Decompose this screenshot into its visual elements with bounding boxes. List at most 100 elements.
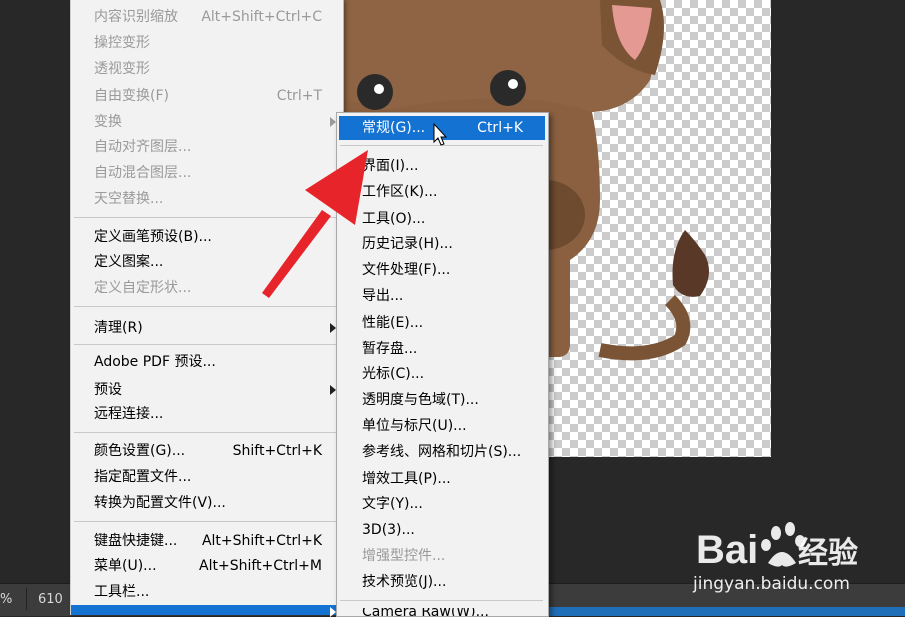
zoom-readout[interactable]: % <box>0 592 12 607</box>
menu-item-convert-to-profile[interactable]: 转换为配置文件(V)... <box>71 491 343 515</box>
menu-item-label: 定义图案... <box>94 254 164 270</box>
submenu-item-label: 文字(Y)... <box>362 496 423 512</box>
submenu-item-label: 常规(G)... <box>362 120 426 136</box>
svg-text:Bai: Bai <box>696 528 758 572</box>
menu-item-label: 变换 <box>94 114 122 130</box>
submenu-item-label: 性能(E)... <box>362 315 424 331</box>
menu-item-color-settings[interactable]: 颜色设置(G)... Shift+Ctrl+K <box>71 439 343 463</box>
submenu-item-label: 文件处理(F)... <box>362 262 451 278</box>
menu-item-auto-blend-layers[interactable]: 自动混合图层... <box>71 161 343 185</box>
edit-menu: 内容识别缩放 Alt+Shift+Ctrl+C 操控变形 透视变形 自由变换(F)… <box>70 0 344 617</box>
menu-item-toolbar[interactable]: 工具栏... <box>71 580 343 604</box>
submenu-item-plugins[interactable]: 增效工具(P)... <box>339 467 545 491</box>
submenu-item-label: 增效工具(P)... <box>362 471 451 487</box>
submenu-item-scratch-disks[interactable]: 暂存盘... <box>339 337 545 361</box>
submenu-item-cursors[interactable]: 光标(C)... <box>339 362 545 386</box>
submenu-item-shortcut: Ctrl+K <box>477 120 523 136</box>
menu-item-puppet-warp[interactable]: 操控变形 <box>71 31 343 55</box>
menu-item-label: 远程连接... <box>94 406 164 422</box>
submenu-item-label: 技术预览(J)... <box>362 574 447 590</box>
menu-separator <box>74 344 340 345</box>
submenu-item-enhanced-controls[interactable]: 增强型控件... <box>339 544 545 568</box>
submenu-item-performance[interactable]: 性能(E)... <box>339 311 545 335</box>
preferences-submenu: 常规(G)... Ctrl+K 界面(I)... 工作区(K)... 工具(O).… <box>336 112 549 617</box>
menu-item-keyboard-shortcuts[interactable]: 键盘快捷键... Alt+Shift+Ctrl+K <box>71 529 343 553</box>
submenu-item-label: 暂存盘... <box>362 341 418 357</box>
menu-item-label: 自动对齐图层... <box>94 139 192 155</box>
submenu-item-workspace[interactable]: 工作区(K)... <box>339 180 545 204</box>
menu-item-define-pattern[interactable]: 定义图案... <box>71 250 343 274</box>
menu-item-content-aware-scale[interactable]: 内容识别缩放 Alt+Shift+Ctrl+C <box>71 5 343 29</box>
menu-item-label: 颜色设置(G)... <box>94 443 186 459</box>
submenu-item-label: 3D(3)... <box>362 522 415 538</box>
menu-separator <box>340 600 543 601</box>
menu-item-sky-replacement[interactable]: 天空替换... <box>71 187 343 211</box>
menu-separator <box>74 432 340 433</box>
menu-item-label: 预设 <box>94 382 122 398</box>
menu-separator <box>340 145 543 146</box>
menu-item-shortcut: Alt+Shift+Ctrl+C <box>201 9 322 25</box>
submenu-item-technology-previews[interactable]: 技术预览(J)... <box>339 570 545 594</box>
menu-item-label: 菜单(U)... <box>94 558 157 574</box>
svg-text:经验: 经验 <box>798 536 858 570</box>
submenu-item-label: 工作区(K)... <box>362 184 438 200</box>
menu-item-auto-align-layers[interactable]: 自动对齐图层... <box>71 135 343 159</box>
menu-item-label: 透视变形 <box>94 61 150 77</box>
submenu-item-history-log[interactable]: 历史记录(H)... <box>339 232 545 256</box>
menu-separator <box>74 217 340 218</box>
menu-item-free-transform[interactable]: 自由变换(F) Ctrl+T <box>71 84 343 108</box>
submenu-item-guides-grid-slices[interactable]: 参考线、网格和切片(S)... <box>339 440 545 464</box>
menu-item-purge[interactable]: 清理(R) <box>71 316 343 340</box>
menu-item-label: 转换为配置文件(V)... <box>94 495 226 511</box>
menu-item-label: 操控变形 <box>94 35 150 51</box>
menu-item-label: 自动混合图层... <box>94 165 192 181</box>
menu-item-menus[interactable]: 菜单(U)... Alt+Shift+Ctrl+M <box>71 554 343 578</box>
menu-item-adobe-pdf-presets[interactable]: Adobe PDF 预设... <box>71 350 343 374</box>
watermark-url: jingyan.baidu.com <box>693 574 850 594</box>
submenu-item-general[interactable]: 常规(G)... Ctrl+K <box>339 116 545 140</box>
menu-item-shortcut: Ctrl+T <box>276 88 322 104</box>
menu-item-define-custom-shape[interactable]: 定义自定形状... <box>71 276 343 300</box>
menu-item-shortcut: Alt+Shift+Ctrl+K <box>201 533 322 549</box>
menu-item-label: 内容识别缩放 <box>94 9 178 25</box>
submenu-item-label: 历史记录(H)... <box>362 236 453 252</box>
submenu-item-transparency-gamut[interactable]: 透明度与色域(T)... <box>339 388 545 412</box>
menu-item-label: 指定配置文件... <box>94 469 192 485</box>
submenu-item-units-rulers[interactable]: 单位与标尺(U)... <box>339 414 545 438</box>
menu-item-remote-connections[interactable]: 远程连接... <box>71 402 343 426</box>
submenu-item-interface[interactable]: 界面(I)... <box>339 154 545 178</box>
menu-separator <box>74 521 340 522</box>
submenu-item-label: 参考线、网格和切片(S)... <box>362 444 522 460</box>
menu-item-label: 键盘快捷键... <box>94 533 178 549</box>
menu-item-label: 清理(R) <box>94 320 143 336</box>
menu-item-shortcut: Alt+Shift+Ctrl+M <box>199 558 322 574</box>
submenu-item-label: 工具(O)... <box>362 211 426 227</box>
submenu-item-tools[interactable]: 工具(O)... <box>339 207 545 231</box>
menu-item-label: 工具栏... <box>94 584 150 600</box>
submenu-item-export[interactable]: 导出... <box>339 284 545 308</box>
submenu-item-label: 导出... <box>362 288 404 304</box>
menu-item-preferences[interactable] <box>71 605 343 617</box>
submenu-item-type[interactable]: 文字(Y)... <box>339 492 545 516</box>
menu-item-presets[interactable]: 预设 <box>71 378 343 402</box>
menu-item-label: 天空替换... <box>94 191 164 207</box>
menu-item-shortcut: Shift+Ctrl+K <box>232 443 322 459</box>
status-divider <box>26 588 27 610</box>
menu-item-transform[interactable]: 变换 <box>71 110 343 134</box>
submenu-item-file-handling[interactable]: 文件处理(F)... <box>339 258 545 282</box>
menu-item-assign-profile[interactable]: 指定配置文件... <box>71 465 343 489</box>
submenu-item-label: 增强型控件... <box>362 548 446 564</box>
submenu-item-label: 透明度与色域(T)... <box>362 392 479 408</box>
submenu-item-label: 界面(I)... <box>362 158 419 174</box>
submenu-item-3d[interactable]: 3D(3)... <box>339 518 545 542</box>
menu-item-label: 自由变换(F) <box>94 88 169 104</box>
submenu-item-label: 单位与标尺(U)... <box>362 418 467 434</box>
document-info[interactable]: 610 <box>38 592 63 607</box>
submenu-item-label: 光标(C)... <box>362 366 425 382</box>
menu-item-perspective-warp[interactable]: 透视变形 <box>71 57 343 81</box>
menu-item-label: Adobe PDF 预设... <box>94 354 216 370</box>
menu-item-label: 定义自定形状... <box>94 280 192 296</box>
menu-item-define-brush-preset[interactable]: 定义画笔预设(B)... <box>71 225 343 249</box>
menu-separator <box>74 306 340 307</box>
menu-item-label: 定义画笔预设(B)... <box>94 229 212 245</box>
